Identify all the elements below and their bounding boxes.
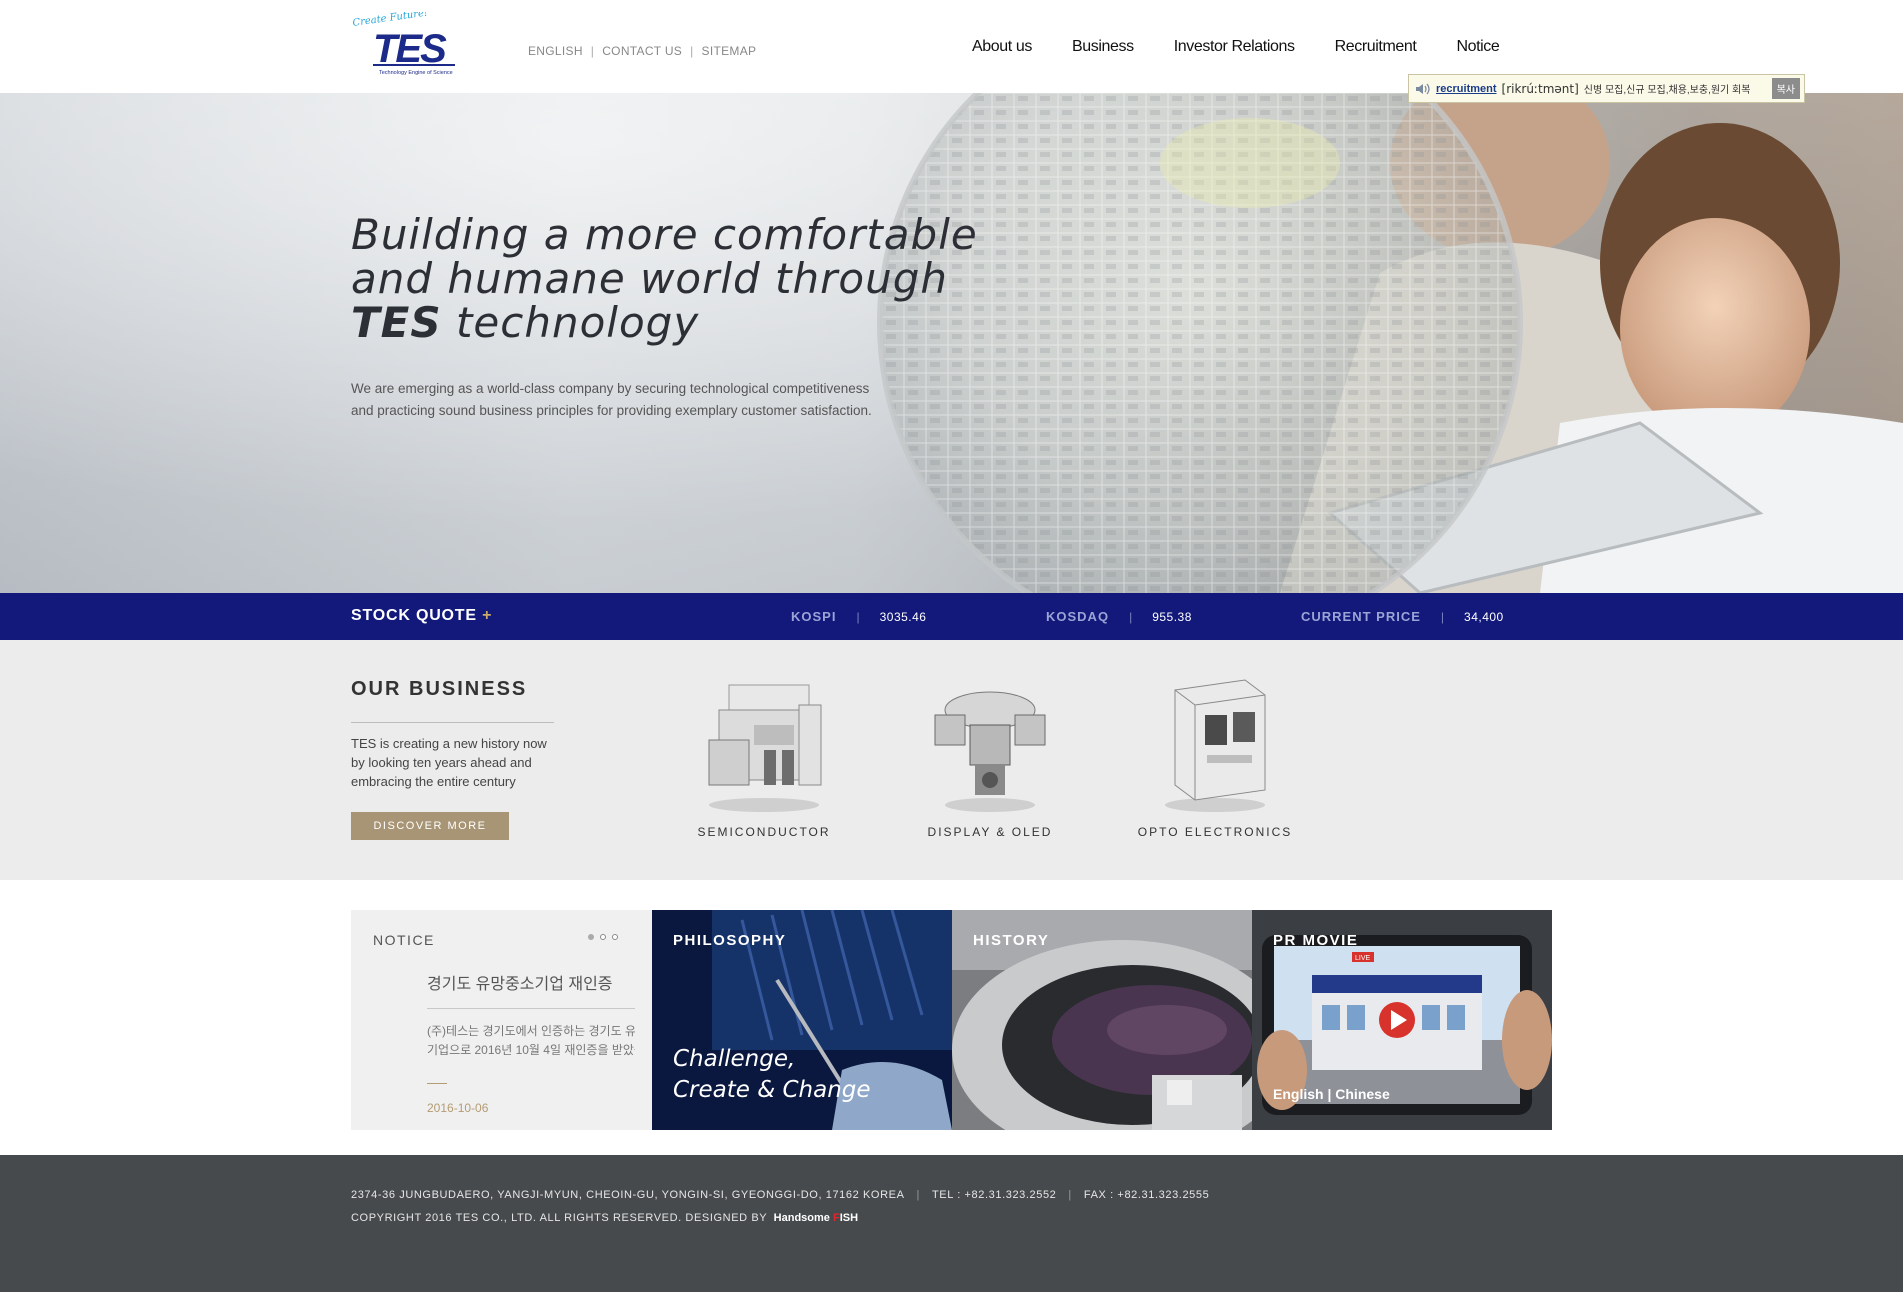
notice-panel[interactable]: NOTICE 경기도 유망중소기업 재인증 (주)테스는 경기도에서 인증하는 … bbox=[351, 910, 652, 1130]
pr-movie-english-link[interactable]: English bbox=[1273, 1086, 1324, 1102]
speaker-icon[interactable] bbox=[1415, 82, 1431, 96]
footer-fax: FAX : +82.31.323.2555 bbox=[1083, 1189, 1210, 1201]
plus-icon: + bbox=[482, 607, 493, 624]
stock-current-price: CURRENT PRICE | 34,400 bbox=[1301, 609, 1504, 624]
notice-dot-1[interactable] bbox=[588, 934, 594, 940]
hero-title-brand: TES bbox=[351, 298, 442, 347]
notice-body: (주)테스는 경기도에서 인증하는 경기도 유망중소 기업으로 2016년 10… bbox=[427, 1024, 635, 1057]
philosophy-panel[interactable]: PHILOSOPHY Challenge, Create & Change bbox=[652, 910, 952, 1130]
business-item-display-oled[interactable]: DISPLAY & OLED bbox=[905, 670, 1075, 839]
business-item-semiconductor-label: SEMICONDUCTOR bbox=[697, 825, 831, 839]
business-item-opto-electronics-label: OPTO ELECTRONICS bbox=[1137, 825, 1293, 839]
notice-date: 2016-10-06 bbox=[427, 1101, 489, 1115]
hero-desc-line-1: We are emerging as a world-class company… bbox=[351, 381, 870, 396]
notice-pagination bbox=[588, 934, 618, 940]
stock-kosdaq: KOSDAQ | 955.38 bbox=[1046, 609, 1192, 624]
util-link-contact[interactable]: CONTACT US bbox=[602, 44, 682, 58]
nav-investor-relations[interactable]: Investor Relations bbox=[1174, 38, 1295, 56]
business-title: OUR BUSINESS bbox=[351, 678, 528, 700]
discover-more-button[interactable]: DISCOVER MORE bbox=[351, 812, 509, 840]
history-panel[interactable]: HISTORY bbox=[952, 910, 1252, 1130]
hero-title: Building a more comfortable and humane w… bbox=[351, 213, 978, 345]
logo-subtitle: Technology Engine of Science bbox=[379, 70, 453, 76]
philosophy-title: PHILOSOPHY bbox=[673, 932, 787, 949]
notice-dot-3[interactable] bbox=[612, 934, 618, 940]
pr-movie-chinese-link[interactable]: Chinese bbox=[1335, 1086, 1389, 1102]
live-badge: LIVE bbox=[1355, 955, 1371, 962]
dict-pronunciation: [rikrúːtmənt] bbox=[1501, 81, 1579, 96]
nav-notice[interactable]: Notice bbox=[1456, 38, 1499, 56]
history-title: HISTORY bbox=[973, 932, 1050, 949]
notice-dot-2[interactable] bbox=[600, 934, 606, 940]
stock-quote-label: STOCK QUOTE bbox=[351, 607, 477, 624]
display-equipment-icon bbox=[934, 691, 1046, 812]
hero-banner: Building a more comfortable and humane w… bbox=[0, 93, 1903, 593]
our-business-section: OUR BUSINESS TES is creating a new histo… bbox=[0, 640, 1903, 880]
business-divider bbox=[351, 722, 554, 723]
notice-title[interactable]: 경기도 유망중소기업 재인증 bbox=[427, 970, 635, 994]
hero-title-line-3: technology bbox=[455, 298, 700, 347]
stock-kospi: KOSPI | 3035.46 bbox=[791, 609, 927, 624]
footer-copyright: COPYRIGHT 2016 TES CO., LTD. ALL RIGHTS … bbox=[351, 1212, 859, 1224]
business-item-display-oled-label: DISPLAY & OLED bbox=[927, 825, 1053, 839]
hero-title-line-2: and humane world through bbox=[351, 254, 949, 303]
nav-recruitment[interactable]: Recruitment bbox=[1335, 38, 1417, 56]
util-link-english[interactable]: ENGLISH bbox=[528, 44, 583, 58]
hero-title-line-1: Building a more comfortable bbox=[351, 210, 978, 259]
opto-equipment-icon bbox=[1165, 679, 1266, 812]
designer-logo[interactable]: Handsome FISH bbox=[774, 1212, 858, 1224]
util-link-sitemap[interactable]: SITEMAP bbox=[702, 44, 757, 58]
dict-copy-button[interactable]: 복사 bbox=[1771, 78, 1800, 99]
semiconductor-equipment-icon bbox=[708, 684, 822, 812]
hero-desc-line-2: and practicing sound business principles… bbox=[351, 403, 872, 418]
stock-kospi-value: 3035.46 bbox=[879, 609, 927, 624]
stock-current-price-value: 34,400 bbox=[1464, 609, 1504, 624]
stock-kosdaq-value: 955.38 bbox=[1152, 609, 1192, 624]
business-item-opto-electronics[interactable]: OPTO ELECTRONICS bbox=[1130, 670, 1300, 839]
feature-panels: NOTICE 경기도 유망중소기업 재인증 (주)테스는 경기도에서 인증하는 … bbox=[351, 910, 1552, 1130]
main-nav: About us Business Investor Relations Rec… bbox=[972, 38, 1500, 56]
dictionary-popup: recruitment [rikrúːtmənt] 신병 모집,신규 모집,채용… bbox=[1408, 74, 1805, 103]
philosophy-quote: Challenge, Create & Change bbox=[673, 1046, 871, 1103]
pr-movie-panel[interactable]: LIVE PR MOVIE English | Chinese bbox=[1252, 910, 1552, 1130]
notice-label: NOTICE bbox=[373, 932, 435, 948]
nav-business[interactable]: Business bbox=[1072, 38, 1134, 56]
stock-quote-toggle[interactable]: STOCK QUOTE + bbox=[351, 607, 492, 625]
stock-current-price-label: CURRENT PRICE bbox=[1301, 609, 1421, 624]
footer-tel: TEL : +82.31.323.2552 bbox=[931, 1189, 1057, 1201]
pr-movie-languages: English | Chinese bbox=[1273, 1086, 1390, 1102]
hero-description: We are emerging as a world-class company… bbox=[351, 378, 951, 422]
nav-about-us[interactable]: About us bbox=[972, 38, 1032, 56]
dict-meaning: 신병 모집,신규 모집,채용,보충,원기 회복 bbox=[1583, 85, 1751, 96]
page: Create Future! TES Technology Engine of … bbox=[0, 0, 1903, 1292]
stock-kosdaq-label: KOSDAQ bbox=[1046, 609, 1110, 624]
pr-movie-title: PR MOVIE bbox=[1273, 932, 1359, 949]
stock-kospi-label: KOSPI bbox=[791, 609, 837, 624]
business-description: TES is creating a new history now by loo… bbox=[351, 736, 547, 789]
site-footer: 2374-36 JUNGBUDAERO, YANGJI-MYUN, CHEOIN… bbox=[0, 1155, 1903, 1292]
dict-word[interactable]: recruitment bbox=[1436, 83, 1497, 95]
hero-image bbox=[877, 93, 1903, 593]
footer-address: 2374-36 JUNGBUDAERO, YANGJI-MYUN, CHEOIN… bbox=[351, 1189, 1210, 1201]
stock-quote-bar: STOCK QUOTE + KOSPI | 3035.46 KOSDAQ | 9… bbox=[0, 593, 1903, 640]
utility-links: ENGLISH | CONTACT US | SITEMAP bbox=[528, 44, 757, 58]
tes-logo[interactable]: Create Future! TES Technology Engine of … bbox=[351, 12, 466, 80]
business-item-semiconductor[interactable]: SEMICONDUCTOR bbox=[679, 670, 849, 839]
